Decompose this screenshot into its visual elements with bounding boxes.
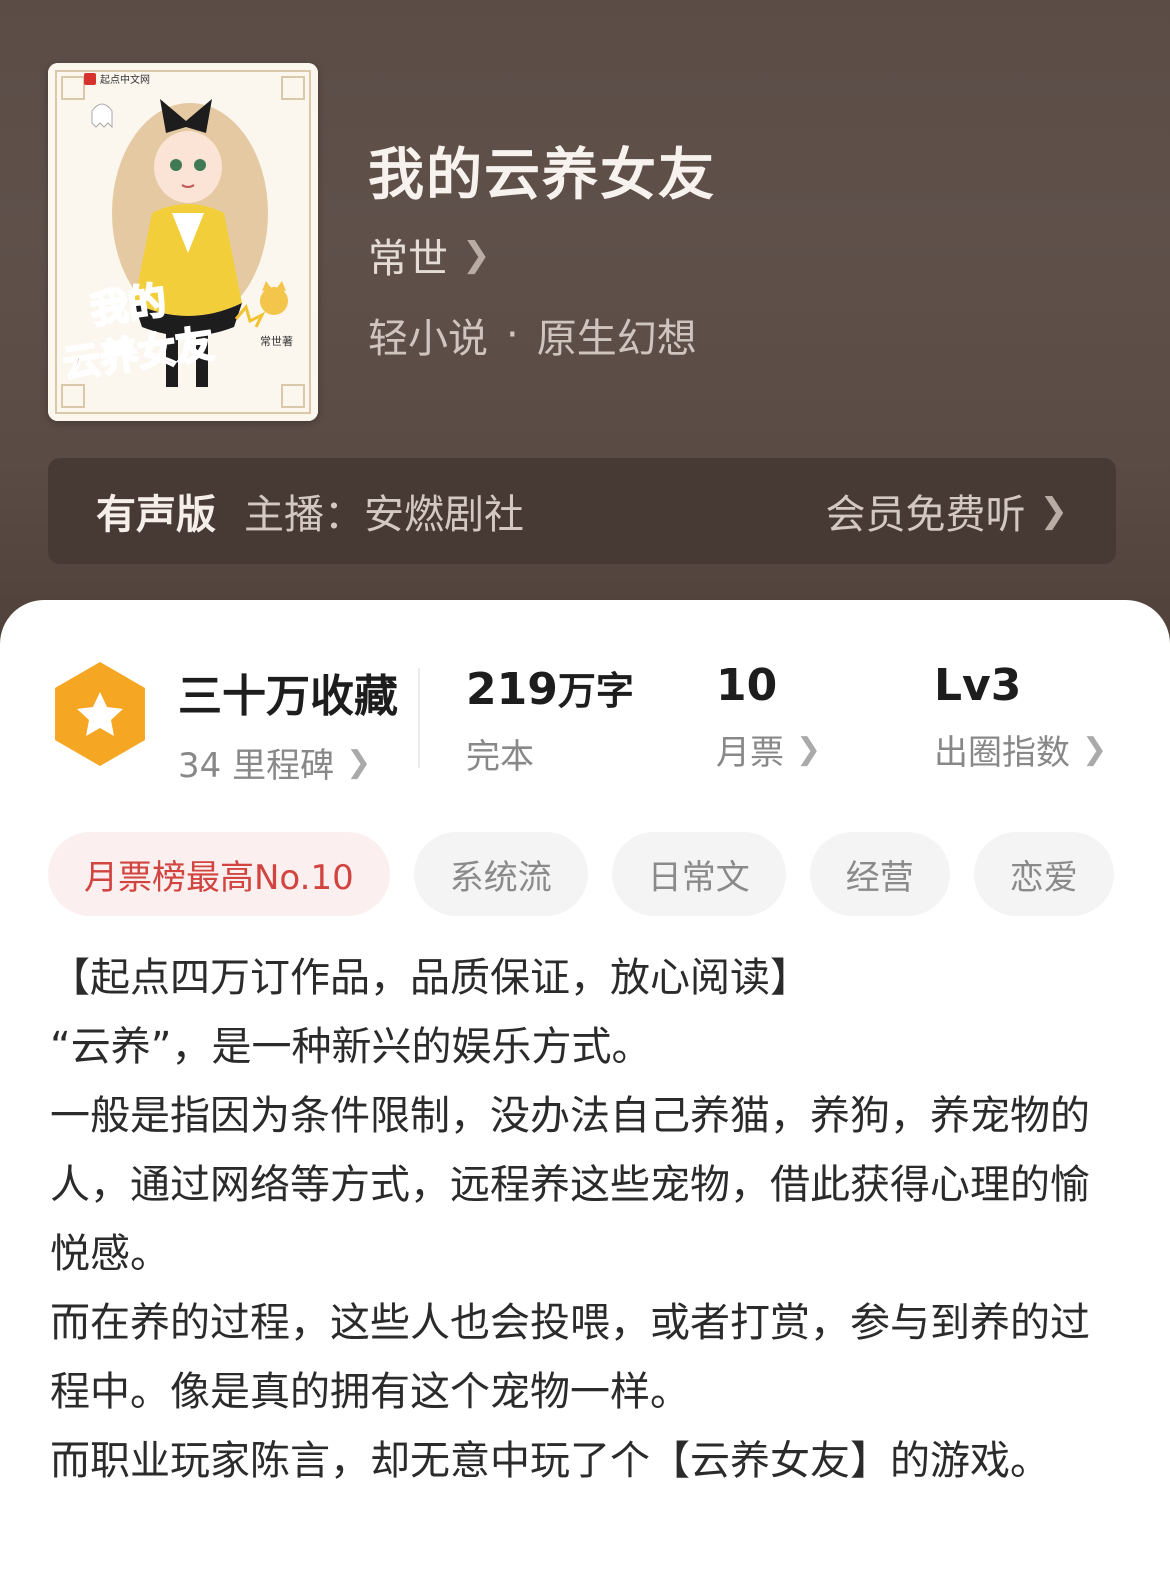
book-title: 我的云养女友 — [368, 143, 716, 208]
audiobook-tag: 有声版 — [96, 492, 216, 538]
popularity-level-stat[interactable]: Lv3 出圈指数 ❯ — [934, 660, 1107, 774]
audiobook-bar[interactable]: 有声版 主播：安燃剧社 会员免费听 ❯ — [48, 458, 1116, 564]
word-count-number: 219 — [466, 664, 558, 715]
book-detail-sheet: 三十万收藏 34 里程碑 ❯ 219万字 完本 10 月票 ❯ Lv3 出圈指数… — [0, 600, 1170, 1576]
monthly-tickets-label: 月票 — [716, 733, 784, 773]
popularity-level-value: Lv3 — [934, 660, 1022, 711]
milestones-label: 34 里程碑 — [178, 746, 335, 786]
genre-separator: · — [506, 312, 519, 358]
book-cover[interactable]: 起点中文网 我的 云养女友 常世著 — [48, 63, 318, 421]
cover-publisher: 起点中文网 — [100, 73, 150, 86]
word-count-unit: 万字 — [557, 669, 634, 713]
genre-label[interactable]: 轻小说 — [368, 306, 488, 364]
tag-list: 月票榜最高No.10 系统流 日常文 经营 恋爱 — [48, 832, 1170, 918]
member-listen-link[interactable]: 会员免费听 ❯ — [826, 482, 1069, 540]
author-name: 常世 — [368, 236, 448, 282]
popularity-level-label: 出圈指数 — [934, 733, 1070, 773]
chevron-right-icon: ❯ — [1039, 491, 1069, 531]
stats-row: 三十万收藏 34 里程碑 ❯ 219万字 完本 10 月票 ❯ Lv3 出圈指数… — [0, 660, 1170, 786]
chevron-right-icon: ❯ — [462, 235, 491, 275]
tag-chip[interactable]: 恋爱 — [973, 832, 1114, 916]
book-header: 起点中文网 我的 云养女友 常世著 我的云养女友 常世 ❯ 轻小说 · 原生幻想… — [0, 0, 1170, 660]
description-line: “云养”，是一种新兴的娱乐方式。 — [50, 1024, 652, 1070]
monthly-tickets-stat[interactable]: 10 月票 ❯ — [716, 660, 821, 774]
subgenre-label[interactable]: 原生幻想 — [537, 306, 697, 364]
chevron-right-icon: ❯ — [796, 732, 822, 767]
tag-chip[interactable]: 日常文 — [611, 832, 786, 916]
chevron-right-icon: ❯ — [1082, 732, 1108, 767]
star-badge-icon — [55, 662, 145, 766]
description-line: 而在养的过程，这些人也会投喂，或者打赏，参与到养的过程中。像是真的拥有这个宠物一… — [50, 1300, 1090, 1415]
favorites-stat[interactable]: 三十万收藏 34 里程碑 ❯ — [178, 660, 398, 787]
tag-chip-rank[interactable]: 月票榜最高No.10 — [48, 832, 390, 916]
genre-line: 轻小说 · 原生幻想 — [368, 306, 697, 364]
description-line: 【起点四万订作品，品质保证，放心阅读】 — [50, 955, 810, 1001]
audiobook-host: 主播：安燃剧社 — [244, 492, 524, 538]
member-listen-label: 会员免费听 — [825, 492, 1026, 538]
word-count-stat: 219万字 完本 — [466, 660, 634, 778]
description-line: 而职业玩家陈言，却无意中玩了个【云养女友】的游戏。 — [50, 1438, 1050, 1484]
description-line: 一般是指因为条件限制，没办法自己养猫，养狗，养宠物的人，通过网络等方式，远程养这… — [50, 1093, 1090, 1277]
cover-illustration: 起点中文网 我的 云养女友 常世著 — [48, 63, 318, 421]
completion-status: 完本 — [466, 737, 534, 777]
stats-divider — [418, 668, 420, 768]
monthly-tickets-value: 10 — [716, 660, 778, 711]
chevron-right-icon: ❯ — [346, 745, 372, 780]
tag-chip[interactable]: 经营 — [809, 832, 950, 916]
book-description: 【起点四万订作品，品质保证，放心阅读】 “云养”，是一种新兴的娱乐方式。 一般是… — [50, 944, 1110, 1496]
favorites-value: 三十万收藏 — [178, 671, 398, 722]
cover-author-stamp: 常世著 — [260, 334, 293, 348]
tag-chip[interactable]: 系统流 — [413, 832, 588, 916]
author-link[interactable]: 常世 ❯ — [368, 226, 491, 284]
